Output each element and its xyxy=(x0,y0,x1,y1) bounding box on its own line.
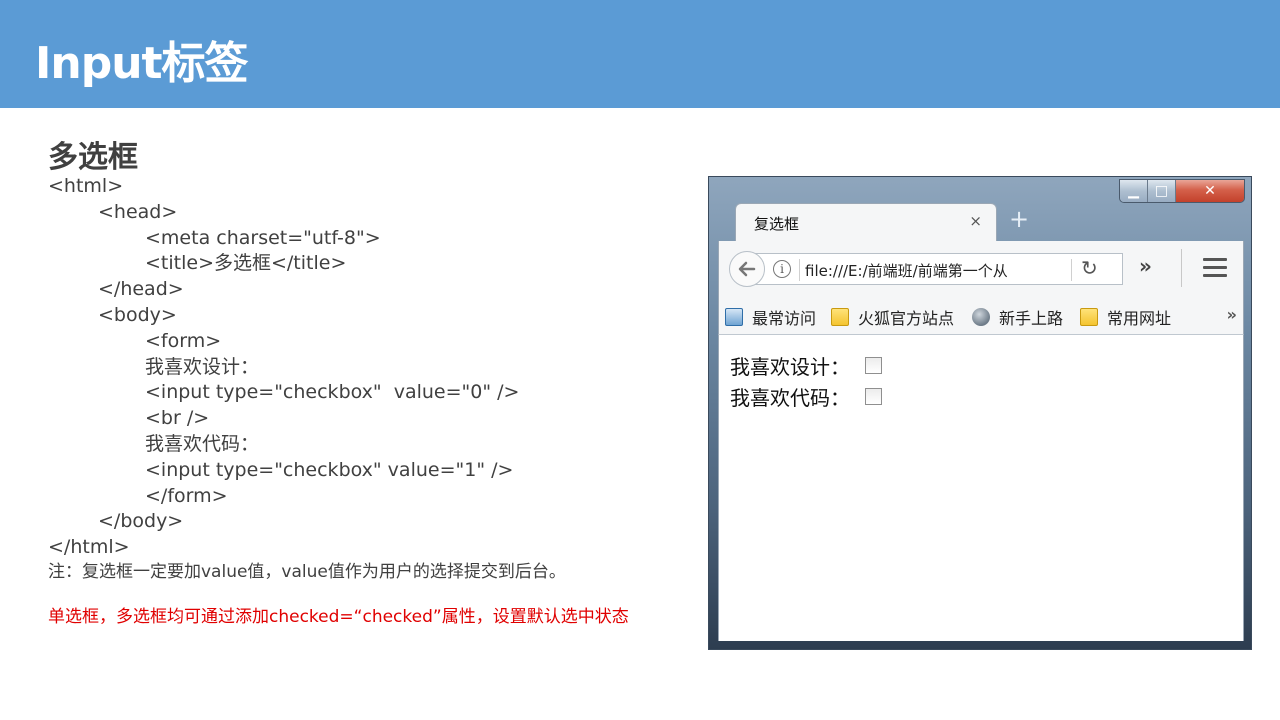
overflow-chevron-icon[interactable]: » xyxy=(1139,254,1152,278)
bookmark-label: 常用网址 xyxy=(1107,309,1172,328)
code-line: <title>多选框</title> xyxy=(145,252,347,275)
info-icon[interactable]: i xyxy=(773,260,791,278)
checkbox-label: 我喜欢设计： xyxy=(730,355,850,379)
code-line: <body> xyxy=(98,303,177,326)
url-divider xyxy=(1071,259,1072,281)
search-folder-icon xyxy=(725,308,743,326)
new-tab-button[interactable]: + xyxy=(1009,207,1029,231)
back-button[interactable] xyxy=(729,251,765,287)
code-line: </form> xyxy=(145,484,228,507)
checked-tip: 单选框，多选框均可通过添加checked=“checked”属性，设置默认选中状… xyxy=(48,607,629,627)
back-arrow-icon xyxy=(738,261,756,277)
maximize-icon: □ xyxy=(1154,183,1169,199)
globe-icon xyxy=(972,308,990,326)
bookmarks-bar: 最常访问 火狐官方站点 新手上路 常用网址 » xyxy=(718,295,1244,335)
page-content: 我喜欢设计： 我喜欢代码： xyxy=(718,335,1244,641)
bookmark-label: 新手上路 xyxy=(999,309,1064,328)
close-icon: ✕ xyxy=(1204,183,1216,199)
navigation-bar: i file:///E:/前端班/前端第一个从 ↻ » xyxy=(718,241,1244,295)
code-line: <input type="checkbox" value="0" /> xyxy=(145,381,520,404)
code-line: <input type="checkbox" value="1" /> xyxy=(145,458,514,481)
url-bar[interactable]: i file:///E:/前端班/前端第一个从 ↻ xyxy=(755,253,1123,285)
form-row-design: 我喜欢设计： xyxy=(730,351,882,380)
maximize-button[interactable]: □ xyxy=(1148,180,1176,202)
tab-close-icon[interactable]: × xyxy=(969,212,982,230)
bookmarks-more-icon[interactable]: » xyxy=(1227,305,1237,324)
slide-title: Input标签 xyxy=(35,38,249,89)
minimize-icon: ▁ xyxy=(1128,183,1139,199)
code-line: </head> xyxy=(98,278,184,301)
form-row-code: 我喜欢代码： xyxy=(730,382,882,411)
tab-label: 复选框 xyxy=(754,215,800,233)
url-divider xyxy=(799,259,800,281)
folder-icon xyxy=(831,308,849,326)
design-checkbox[interactable] xyxy=(865,357,882,374)
code-line: <br /> xyxy=(145,407,210,430)
bookmark-firefox-site[interactable]: 火狐官方站点 xyxy=(831,305,954,329)
browser-window: ▁ □ ✕ 复选框 × + i file:///E:/前端班/前端第一个从 ↻ … xyxy=(708,176,1252,650)
minimize-button[interactable]: ▁ xyxy=(1120,180,1148,202)
code-line: <form> xyxy=(145,329,222,352)
code-line: </body> xyxy=(98,510,184,533)
code-line: <head> xyxy=(98,200,178,223)
toolbar-divider xyxy=(1181,249,1182,287)
bookmark-getting-started[interactable]: 新手上路 xyxy=(972,305,1063,329)
bookmark-most-visited[interactable]: 最常访问 xyxy=(725,305,816,329)
code-line: 我喜欢设计： xyxy=(145,355,260,378)
slide-header: Input标签 xyxy=(0,0,1280,108)
code-block: <html> <head> <meta charset="utf-8"> <ti… xyxy=(48,174,519,561)
code-line: <meta charset="utf-8"> xyxy=(145,226,381,249)
reload-icon[interactable]: ↻ xyxy=(1081,256,1098,280)
bookmark-label: 火狐官方站点 xyxy=(858,309,955,328)
note-text: 注：复选框一定要加value值，value值作为用户的选择提交到后台。 xyxy=(48,562,566,582)
hamburger-menu-icon[interactable] xyxy=(1203,258,1227,278)
code-checkbox[interactable] xyxy=(865,388,882,405)
checkbox-label: 我喜欢代码： xyxy=(730,386,850,410)
close-window-button[interactable]: ✕ xyxy=(1176,180,1244,202)
bookmark-label: 最常访问 xyxy=(752,309,817,328)
window-controls: ▁ □ ✕ xyxy=(1119,179,1245,203)
code-line: <html> xyxy=(48,175,124,197)
url-text[interactable]: file:///E:/前端班/前端第一个从 xyxy=(805,260,1027,281)
folder-icon xyxy=(1080,308,1098,326)
code-line: 我喜欢代码： xyxy=(145,432,260,455)
section-title: 多选框 xyxy=(48,140,138,175)
bookmark-common-sites[interactable]: 常用网址 xyxy=(1080,305,1171,329)
browser-tab[interactable]: 复选框 × xyxy=(735,203,997,241)
